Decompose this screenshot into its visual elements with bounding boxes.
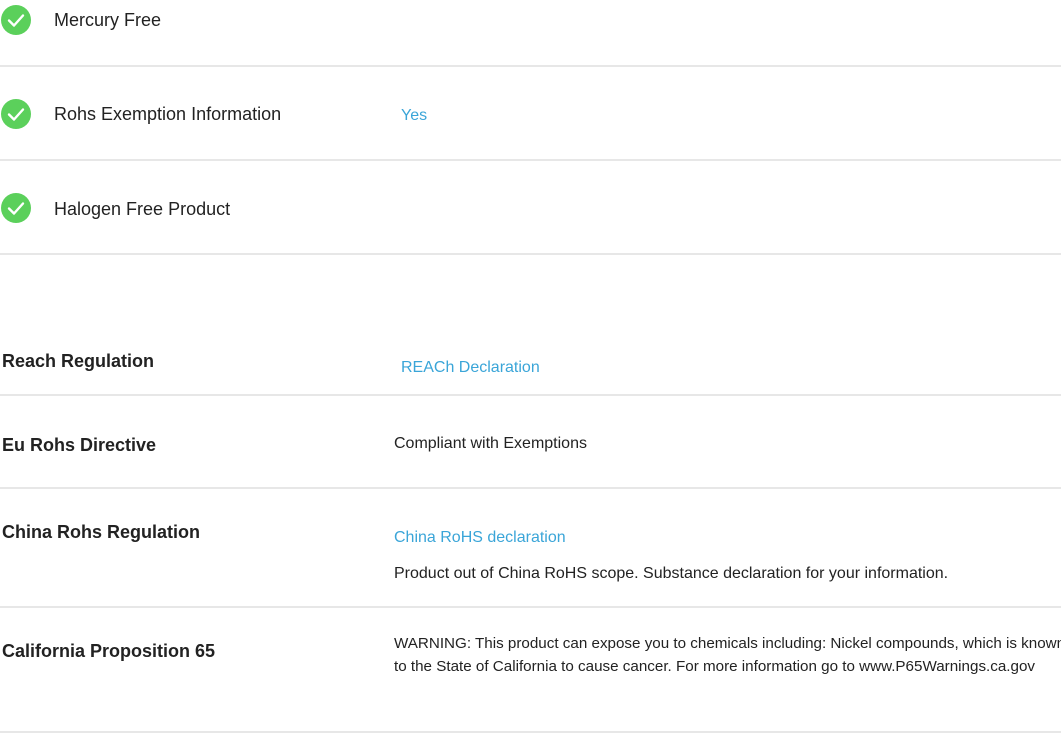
divider — [0, 253, 1061, 255]
california-prop65-label: California Proposition 65 — [2, 641, 216, 661]
china-rohs-declaration-link[interactable]: China RoHS declaration — [394, 528, 566, 548]
env-item-label: Rohs Exemption Information — [54, 104, 282, 124]
check-circle-icon — [1, 193, 31, 223]
divider — [0, 487, 1061, 489]
prop65-warning-text: WARNING: This product can expose you to … — [394, 635, 1061, 675]
divider — [0, 606, 1061, 608]
reach-declaration-link[interactable]: REACh Declaration — [401, 358, 540, 378]
eu-rohs-directive-label: Eu Rohs Directive — [2, 435, 157, 455]
env-item-label: Mercury Free — [54, 10, 162, 30]
check-circle-icon — [1, 5, 31, 35]
reach-regulation-label: Reach Regulation — [2, 351, 155, 371]
divider — [0, 159, 1061, 161]
china-rohs-regulation-label: China Rohs Regulation — [2, 522, 200, 542]
environmental-compliance-panel: Mercury Free Rohs Exemption Information … — [0, 0, 1061, 733]
divider — [0, 394, 1061, 396]
check-circle-icon — [1, 99, 31, 129]
eu-rohs-directive-value: Compliant with Exemptions — [394, 435, 587, 452]
env-item-label: Halogen Free Product — [54, 199, 231, 219]
china-rohs-note: Product out of China RoHS scope. Substan… — [394, 565, 949, 582]
rohs-exemption-value: Yes — [401, 107, 428, 124]
divider — [0, 65, 1061, 67]
